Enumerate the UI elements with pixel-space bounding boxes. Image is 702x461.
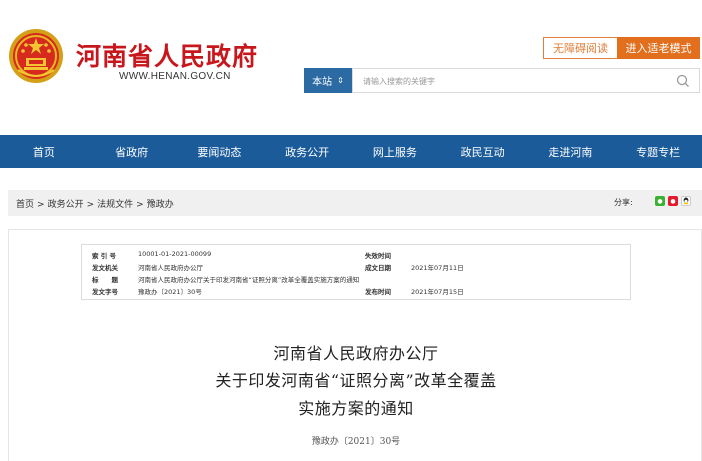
breadcrumb-bar: 首页 > 政务公开 > 法规文件 > 豫政办 分享: ● ● — [8, 190, 702, 216]
site-url: WWW.HENAN.GOV.CN — [119, 71, 231, 82]
search-scope-label: 本站 — [312, 77, 333, 88]
nav-item-government[interactable]: 省政府 — [88, 135, 176, 168]
issuer-label: 发文机关 — [92, 264, 118, 272]
meta-row: 索 引 号 10001-01-2021-00099 失效时间 — [82, 248, 632, 260]
document-number: 豫政办〔2021〕30号 — [311, 437, 401, 447]
nav-item-online-service[interactable]: 网上服务 — [351, 135, 439, 168]
meta-row: 标 题 河南省人民政府办公厅关于印发河南省“证照分离”改革全覆盖实施方案的通知 — [82, 272, 632, 284]
document-meta-table: 索 引 号 10001-01-2021-00099 失效时间 发文机关 河南省人… — [81, 244, 631, 300]
elder-mode-button[interactable]: 进入适老模式 — [617, 37, 700, 59]
created-label: 成文日期 — [365, 264, 391, 272]
breadcrumb-home[interactable]: 首页 — [16, 200, 34, 210]
nav-item-home[interactable]: 首页 — [0, 135, 88, 168]
issuer-value: 河南省人民政府办公厅 — [138, 264, 203, 272]
share-icons: ● ● — [655, 196, 691, 206]
index-label: 索 引 号 — [92, 252, 117, 260]
share-label: 分享: — [614, 198, 633, 207]
search-scope-select[interactable]: 本站 ⇕ — [304, 68, 352, 93]
docno-value: 豫政办〔2021〕30号 — [138, 288, 202, 296]
breadcrumb-separator: > — [136, 200, 144, 210]
created-value: 2021年07月11日 — [411, 264, 464, 272]
breadcrumb-separator: > — [37, 200, 45, 210]
breadcrumb-regulations[interactable]: 法规文件 — [97, 200, 133, 210]
nav-item-topics[interactable]: 专题专栏 — [614, 135, 702, 168]
breadcrumb-office[interactable]: 豫政办 — [147, 200, 174, 210]
site-title: 河南省人民政府 — [76, 42, 259, 71]
qq-icon[interactable] — [681, 196, 691, 206]
search-input[interactable] — [353, 70, 653, 93]
breadcrumb: 首页 > 政务公开 > 法规文件 > 豫政办 — [16, 197, 174, 210]
article-panel: 索 引 号 10001-01-2021-00099 失效时间 发文机关 河南省人… — [8, 229, 702, 461]
nav-item-about-henan[interactable]: 走进河南 — [527, 135, 615, 168]
breadcrumb-separator: > — [86, 200, 95, 210]
main-nav: 首页 省政府 要闻动态 政务公开 网上服务 政民互动 走进河南 专题专栏 — [0, 135, 702, 168]
valid-label: 失效时间 — [365, 252, 391, 260]
chevron-updown-icon: ⇕ — [337, 75, 344, 85]
nav-item-gov-affairs[interactable]: 政务公开 — [263, 135, 351, 168]
published-value: 2021年07月15日 — [411, 288, 464, 296]
document-title-line-1: 河南省人民政府办公厅 — [273, 344, 439, 363]
meta-row: 发文机关 河南省人民政府办公厅 成文日期 2021年07月11日 — [82, 260, 632, 272]
nav-item-news[interactable]: 要闻动态 — [176, 135, 264, 168]
weibo-icon[interactable]: ● — [668, 196, 678, 206]
search-box — [352, 68, 700, 93]
nav-item-interaction[interactable]: 政民互动 — [439, 135, 527, 168]
subject-value: 河南省人民政府办公厅关于印发河南省“证照分离”改革全覆盖实施方案的通知 — [138, 276, 360, 284]
search-icon[interactable] — [675, 73, 691, 89]
accessible-reading-button[interactable]: 无障碍阅读 — [543, 37, 618, 59]
document-title-line-3: 实施方案的通知 — [298, 399, 414, 418]
subject-label: 标 题 — [92, 276, 118, 284]
meta-row: 发文字号 豫政办〔2021〕30号 发布时间 2021年07月15日 — [82, 284, 632, 296]
national-emblem-icon — [9, 29, 63, 83]
breadcrumb-gov-affairs[interactable]: 政务公开 — [48, 200, 84, 210]
document-title-line-2: 关于印发河南省“证照分离”改革全覆盖 — [215, 371, 497, 390]
docno-label: 发文字号 — [92, 288, 118, 296]
index-value: 10001-01-2021-00099 — [138, 250, 212, 258]
wechat-icon[interactable]: ● — [655, 196, 665, 206]
site-header: 河南省人民政府 WWW.HENAN.GOV.CN 无障碍阅读 进入适老模式 本站… — [0, 0, 702, 135]
published-label: 发布时间 — [365, 288, 391, 296]
